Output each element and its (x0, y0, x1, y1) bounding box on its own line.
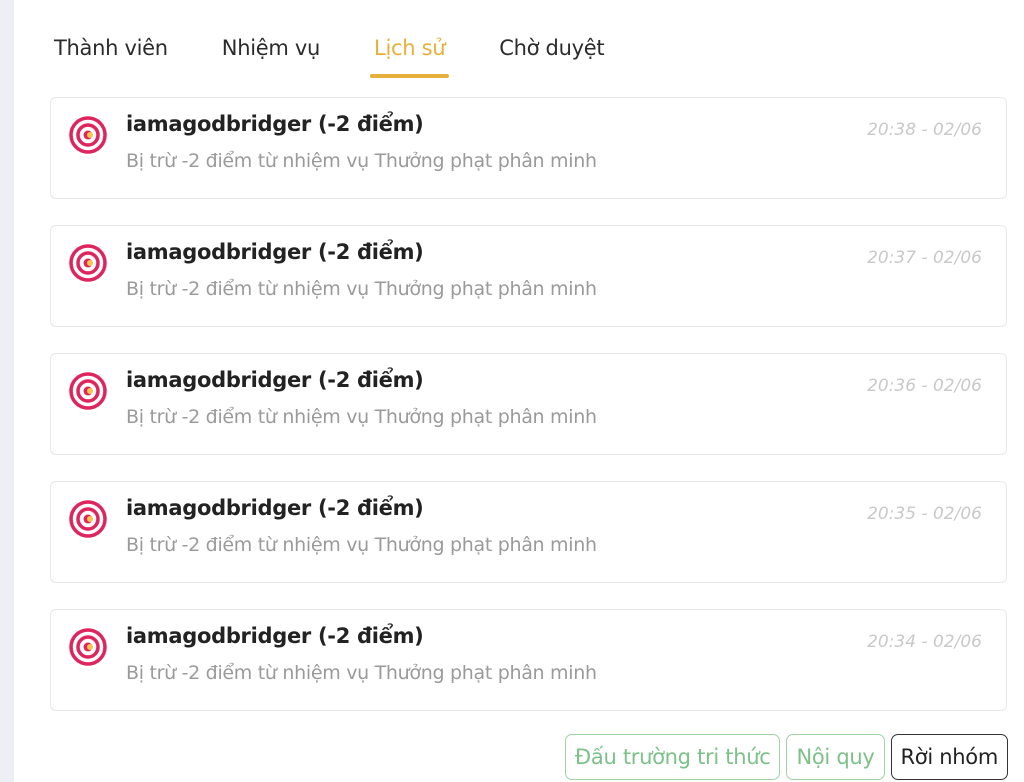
history-item-time: 20:34 - 02/06 (867, 632, 982, 652)
history-item-time: 20:37 - 02/06 (867, 248, 982, 268)
history-item-time: 20:35 - 02/06 (867, 504, 982, 524)
footer-actions: Đấu trường tri thức Nội quy Rời nhóm (559, 734, 1008, 780)
target-icon (69, 628, 107, 666)
history-item-title: iamagodbridger (-2 điểm) (126, 112, 424, 136)
target-icon (69, 116, 107, 154)
tab-tasks[interactable]: Nhiệm vụ (222, 30, 321, 78)
history-item-title: iamagodbridger (-2 điểm) (126, 624, 424, 648)
target-icon (69, 244, 107, 282)
history-item-description: Bị trừ -2 điểm từ nhiệm vụ Thưởng phạt p… (126, 406, 597, 428)
history-item-title: iamagodbridger (-2 điểm) (126, 496, 424, 520)
history-item-title: iamagodbridger (-2 điểm) (126, 368, 424, 392)
target-icon (69, 500, 107, 538)
left-rail (0, 0, 14, 782)
history-item-description: Bị trừ -2 điểm từ nhiệm vụ Thưởng phạt p… (126, 534, 597, 556)
arena-button[interactable]: Đấu trường tri thức (564, 734, 781, 780)
tab-history[interactable]: Lịch sử (370, 30, 450, 78)
history-item: iamagodbridger (-2 điểm) Bị trừ -2 điểm … (50, 481, 1007, 583)
history-item: iamagodbridger (-2 điểm) Bị trừ -2 điểm … (50, 609, 1007, 711)
tab-bar: Thành viên Nhiệm vụ Lịch sử Chờ duyệt (54, 30, 658, 78)
history-item-title: iamagodbridger (-2 điểm) (126, 240, 424, 264)
leave-group-button[interactable]: Rời nhóm (890, 734, 1008, 780)
target-icon (69, 372, 107, 410)
history-item: iamagodbridger (-2 điểm) Bị trừ -2 điểm … (50, 353, 1007, 455)
history-item: iamagodbridger (-2 điểm) Bị trừ -2 điểm … (50, 225, 1007, 327)
history-item: iamagodbridger (-2 điểm) Bị trừ -2 điểm … (50, 97, 1007, 199)
rules-button[interactable]: Nội quy (786, 734, 885, 780)
history-item-description: Bị trừ -2 điểm từ nhiệm vụ Thưởng phạt p… (126, 150, 597, 172)
history-item-description: Bị trừ -2 điểm từ nhiệm vụ Thưởng phạt p… (126, 278, 597, 300)
history-item-time: 20:36 - 02/06 (867, 376, 982, 396)
tab-pending[interactable]: Chờ duyệt (499, 30, 604, 78)
history-list: iamagodbridger (-2 điểm) Bị trừ -2 điểm … (50, 97, 1007, 737)
history-item-time: 20:38 - 02/06 (867, 120, 982, 140)
history-item-description: Bị trừ -2 điểm từ nhiệm vụ Thưởng phạt p… (126, 662, 597, 684)
tab-members[interactable]: Thành viên (54, 30, 168, 78)
